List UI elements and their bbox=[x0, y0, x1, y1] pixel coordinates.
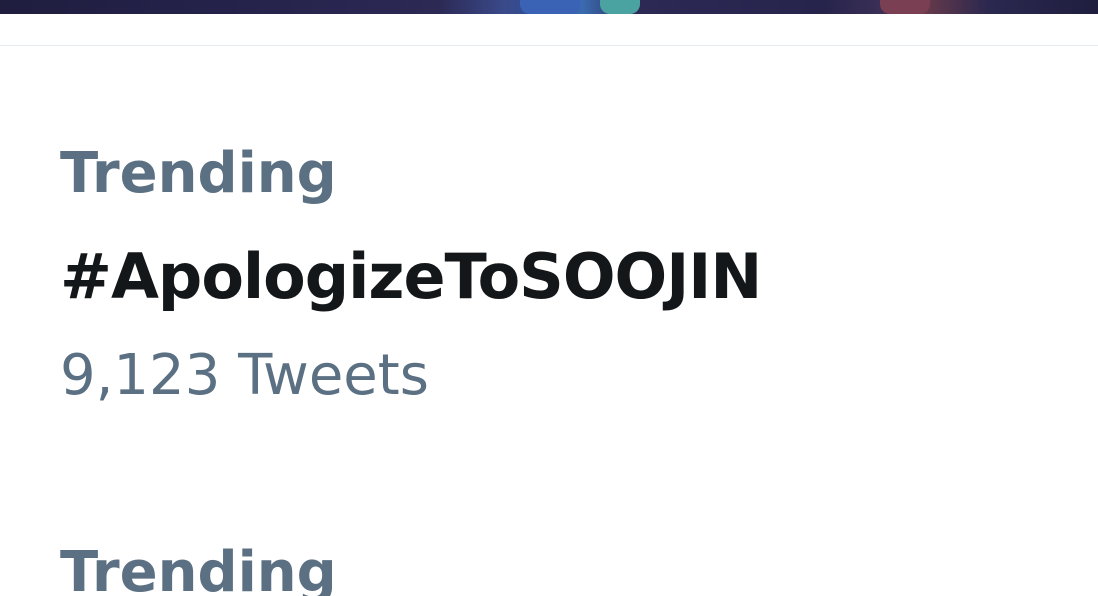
banner-image bbox=[0, 0, 1098, 14]
trends-screen: Trending #ApologizeToSOOJIN 9,123 Tweets… bbox=[0, 0, 1098, 596]
section-divider bbox=[0, 45, 1098, 46]
trend-topic: #ApologizeToSOOJIN bbox=[60, 240, 762, 313]
trend-label: Trending bbox=[60, 141, 337, 206]
tweet-count: 9,123 Tweets bbox=[60, 343, 429, 408]
trend-label: Trending bbox=[60, 540, 337, 596]
